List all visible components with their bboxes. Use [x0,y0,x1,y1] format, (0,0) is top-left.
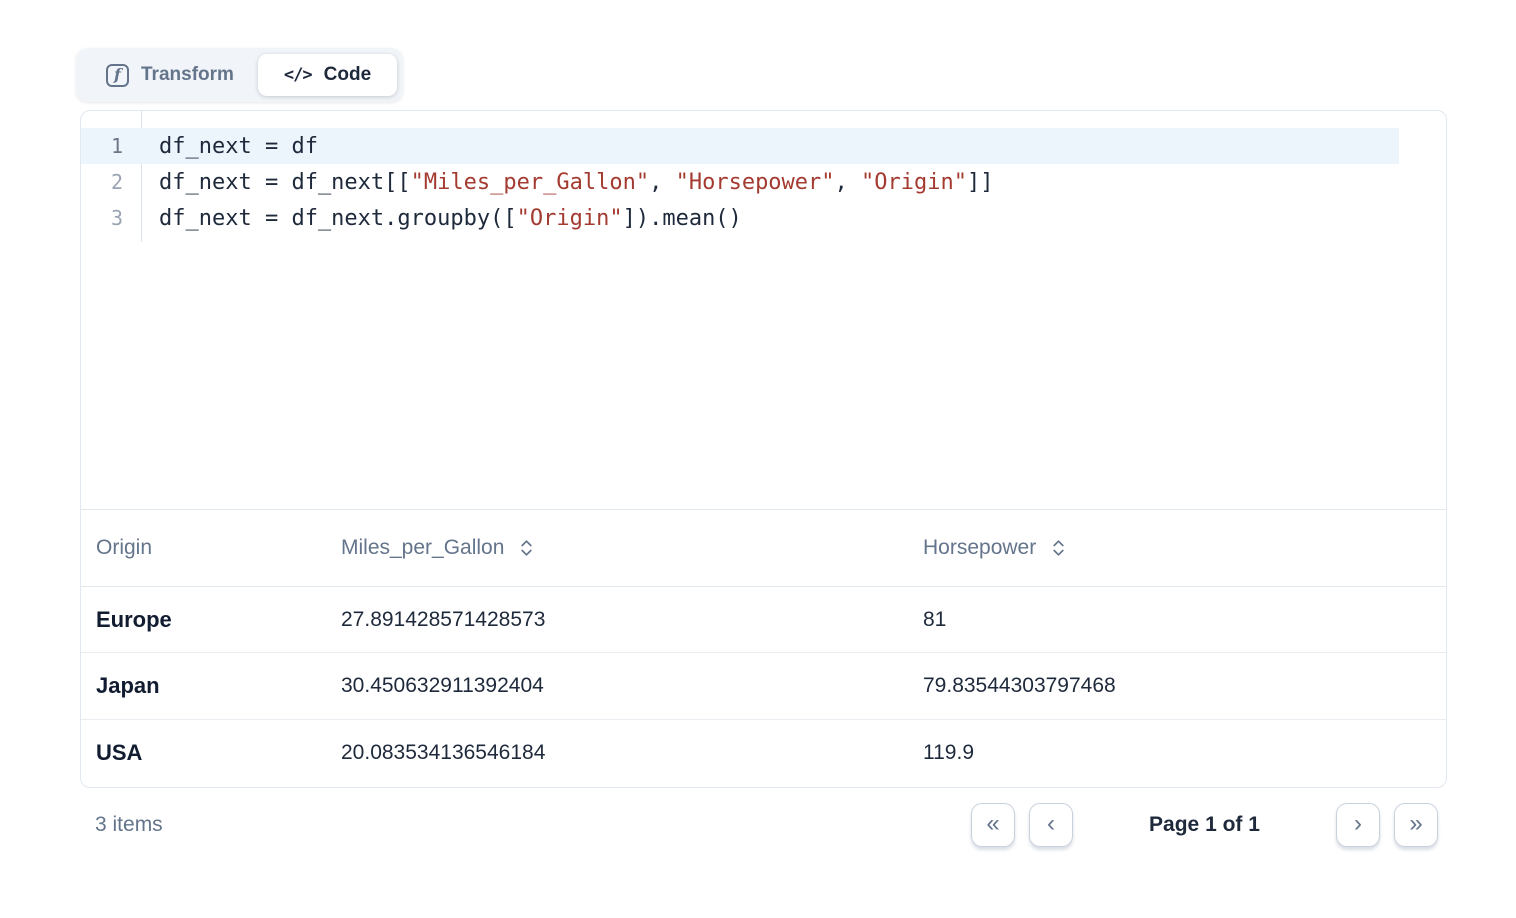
tab-code-label: Code [324,64,372,86]
sortable-header[interactable]: Horsepower [923,536,1446,560]
code-token: ]] [967,170,994,195]
column-header-label: Horsepower [923,536,1036,560]
previous-page-icon: ‹ [1047,812,1055,836]
column-header-label: Origin [96,536,152,559]
code-line-content: df_next = df_next.groupby(["Origin"]).me… [141,206,742,231]
cell-origin: USA [81,740,326,766]
code-line-content: df_next = df_next[["Miles_per_Gallon", "… [141,170,994,195]
tab-code[interactable]: </> Code [258,54,397,96]
pagination-controls: « ‹ Page 1 of 1 › » [971,803,1438,847]
code-line: 3 df_next = df_next.groupby(["Origin"]).… [81,200,1446,236]
table-footer: 3 items « ‹ Page 1 of 1 › » [80,803,1438,847]
code-icon: </> [284,65,312,85]
page-indicator: Page 1 of 1 [1087,813,1322,837]
table-row: USA 20.083534136546184 119.9 [81,720,1446,786]
code-line: 2 df_next = df_next[["Miles_per_Gallon",… [81,164,1446,200]
code-token: , [649,170,676,195]
last-page-icon: » [1409,812,1422,836]
cell-miles-per-gallon: 27.891428571428573 [326,608,908,632]
code-line: 1 df_next = df [81,128,1399,164]
code-editor[interactable]: 1 df_next = df 2 df_next = df_next[["Mil… [81,111,1446,510]
cell-horsepower: 119.9 [908,741,1446,765]
tab-transform[interactable]: f Transform [82,54,258,96]
last-page-button[interactable]: » [1394,803,1438,847]
cell-miles-per-gallon: 20.083534136546184 [326,741,908,765]
sortable-header[interactable]: Miles_per_Gallon [341,536,908,560]
table-header-row: Origin Miles_per_Gallon Horsepower [81,510,1446,587]
next-page-button[interactable]: › [1336,803,1380,847]
previous-page-button[interactable]: ‹ [1029,803,1073,847]
cell-miles-per-gallon: 30.450632911392404 [326,674,908,698]
code-token: ]).mean() [623,206,742,231]
column-header-origin: Origin [81,536,326,560]
line-number: 1 [81,134,141,158]
code-token: df_next = df_next.groupby([ [159,206,517,231]
items-count: 3 items [95,813,163,837]
column-header-miles-per-gallon: Miles_per_Gallon [326,536,908,560]
cell-horsepower: 79.83544303797468 [908,674,1446,698]
code-token: df_next = df [159,134,318,159]
cell-horsepower: 81 [908,608,1446,632]
sort-icon [519,538,534,558]
sort-icon [1051,538,1066,558]
content-panel: 1 df_next = df 2 df_next = df_next[["Mil… [80,110,1447,788]
code-line-content: df_next = df [141,134,318,159]
cell-origin: Japan [81,673,326,699]
next-page-icon: › [1354,812,1362,836]
tab-transform-label: Transform [141,64,234,86]
code-token-string: "Miles_per_Gallon" [411,170,649,195]
table-row: Japan 30.450632911392404 79.835443037974… [81,653,1446,719]
line-number: 3 [81,206,141,230]
view-tabbar: f Transform </> Code [76,48,403,102]
code-token-string: "Origin" [861,170,967,195]
code-token: df_next = df_next[[ [159,170,411,195]
column-header-label: Miles_per_Gallon [341,536,504,560]
code-token-string: "Horsepower" [676,170,835,195]
line-number: 2 [81,170,141,194]
first-page-button[interactable]: « [971,803,1015,847]
cell-origin: Europe [81,607,326,633]
table-row: Europe 27.891428571428573 81 [81,587,1446,653]
app-root: f Transform </> Code 1 df_next = df 2 df… [0,0,1516,918]
code-token: , [835,170,862,195]
column-header-horsepower: Horsepower [908,536,1446,560]
function-icon: f [106,64,129,87]
code-token-string: "Origin" [517,206,623,231]
first-page-icon: « [986,812,999,836]
